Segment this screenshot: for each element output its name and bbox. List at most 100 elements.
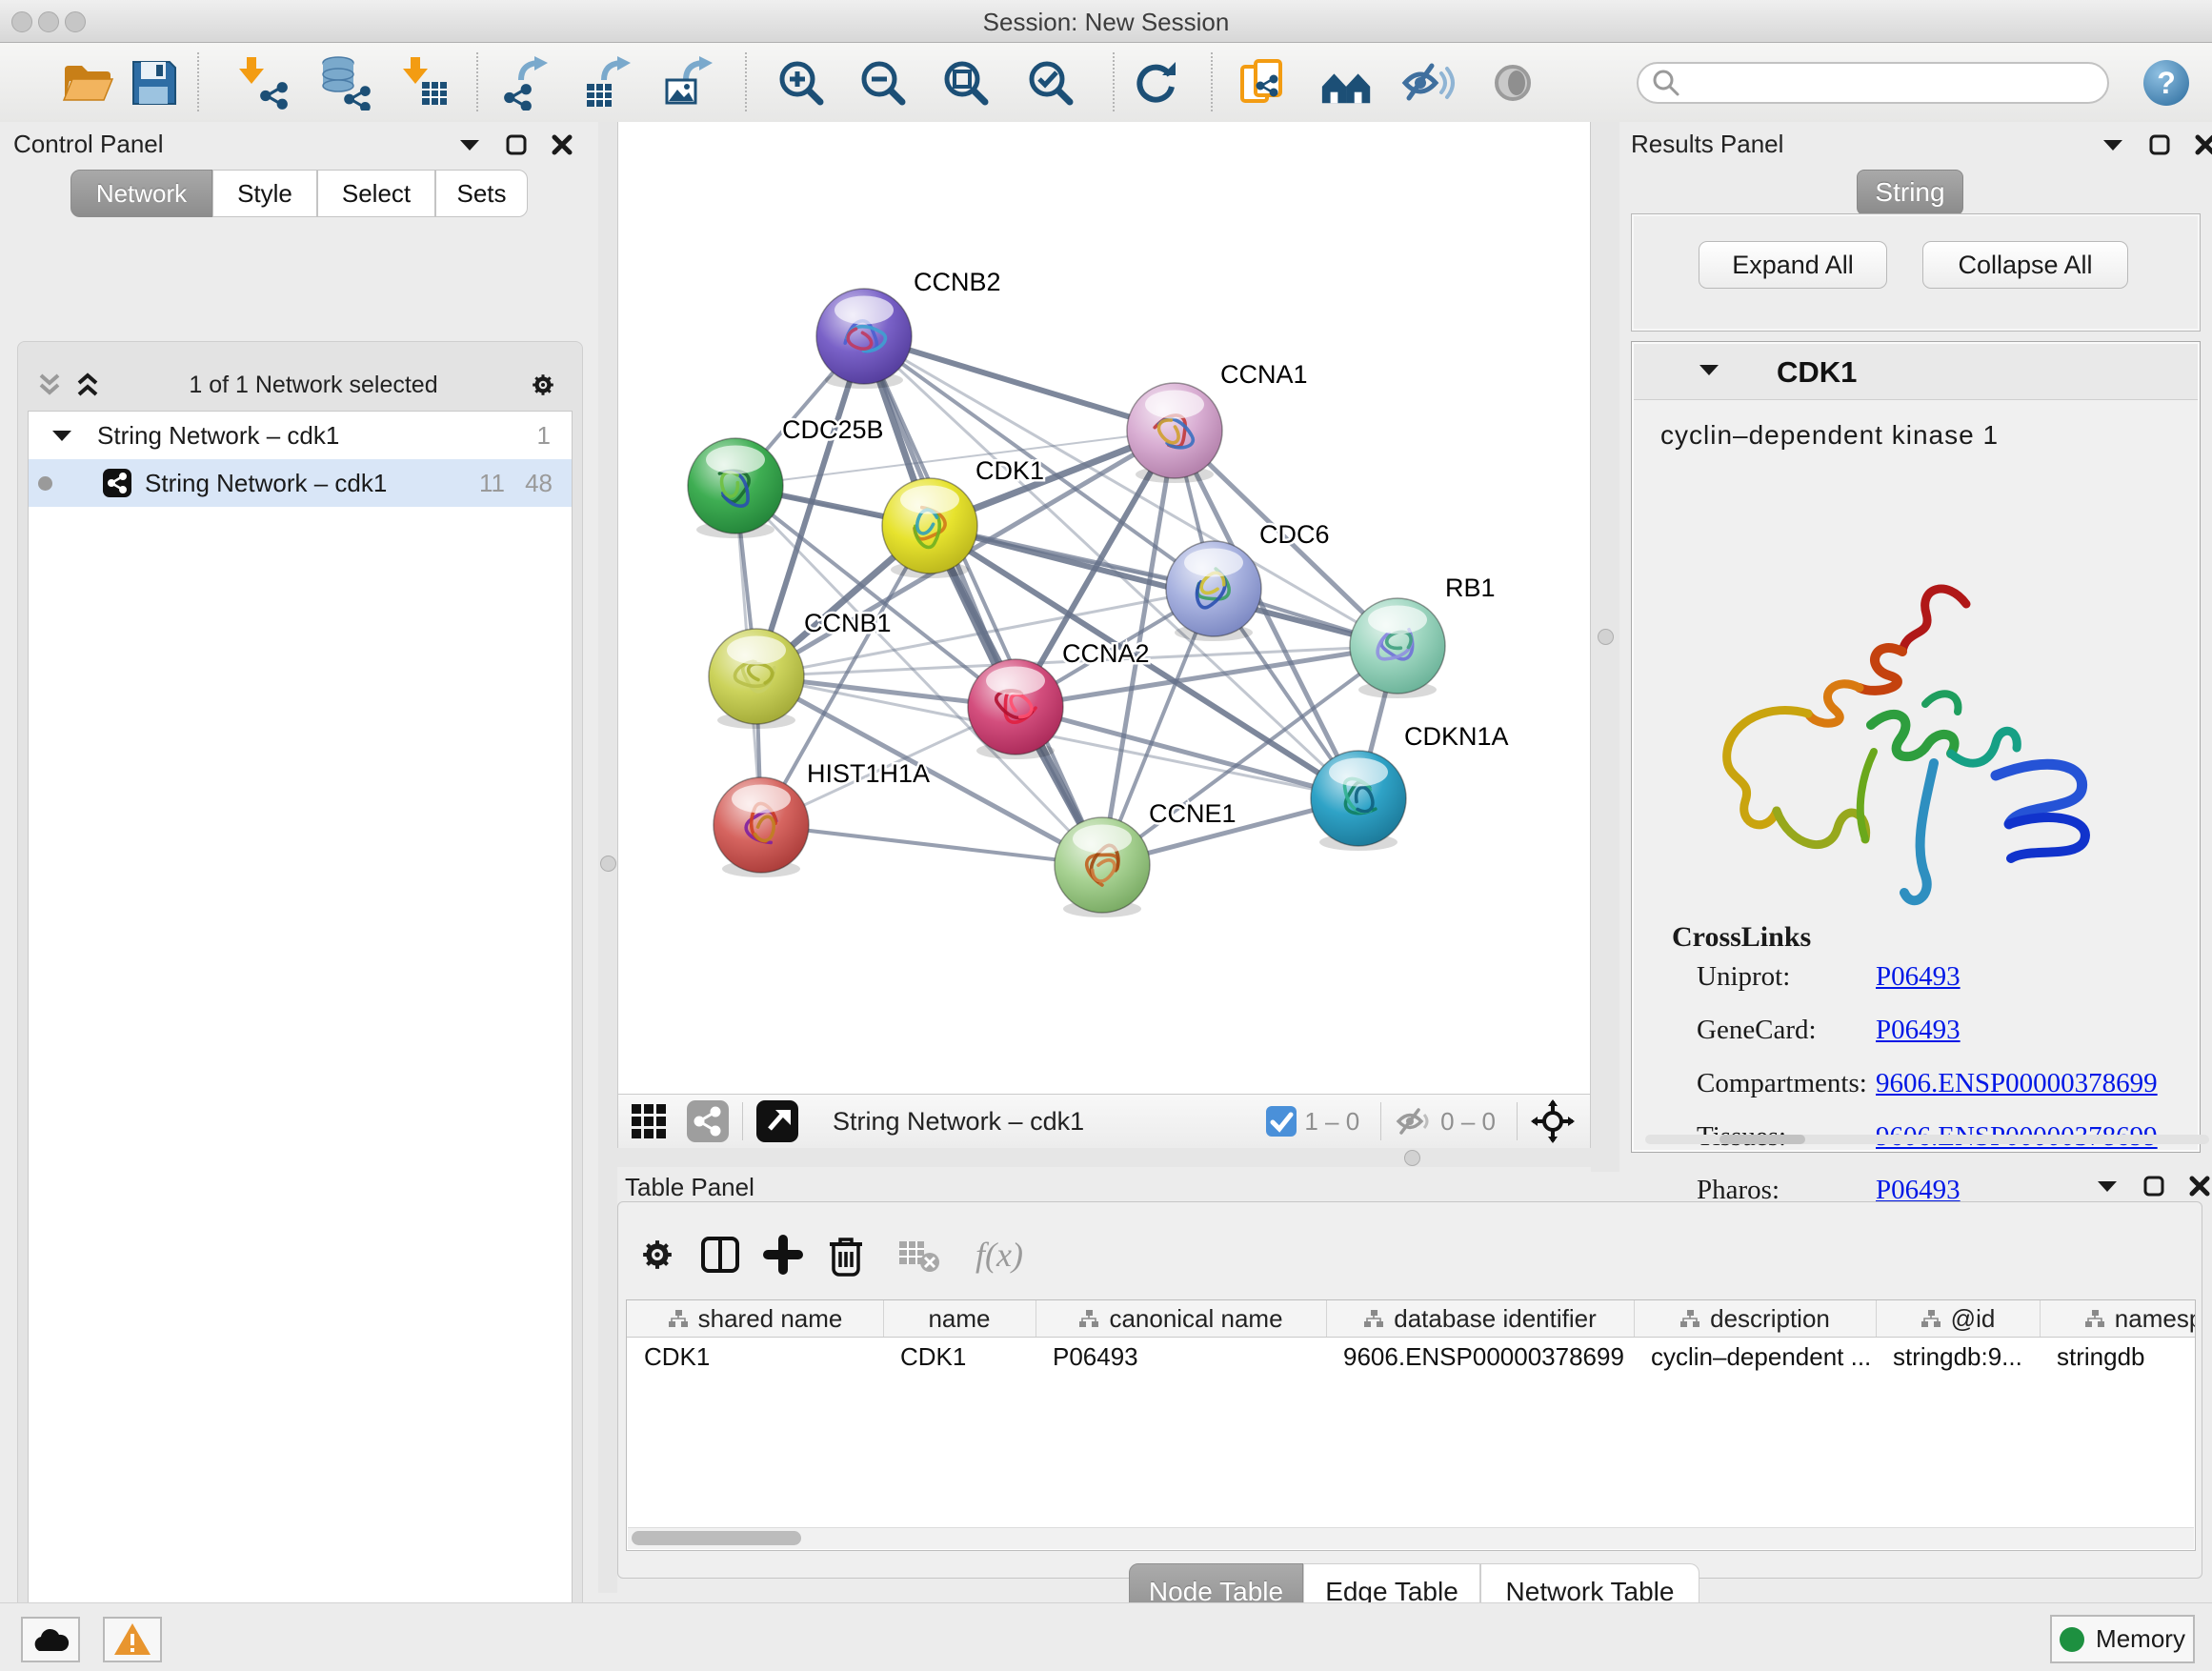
results-hscrollbar[interactable] [1645, 1135, 2209, 1144]
tab-network[interactable]: Network [70, 170, 212, 217]
node-cdkn1a[interactable] [1311, 751, 1406, 851]
node-cdk1[interactable] [882, 478, 977, 578]
table-cell[interactable]: CDK1 [627, 1338, 883, 1376]
grid-view-icon[interactable] [628, 1100, 670, 1142]
tab-style[interactable]: Style [212, 170, 317, 217]
tab-sets[interactable]: Sets [435, 170, 528, 217]
network-row[interactable]: String Network – cdk1 11 48 [29, 459, 572, 507]
zoom-out-button[interactable] [855, 54, 912, 111]
network-graph[interactable]: CCNB2CCNA1CDC25BCDK1CDC6RB1CCNB1CCNA2CDK… [618, 122, 1590, 1092]
show-all-nodes-button[interactable] [1318, 54, 1376, 111]
panel-menu-icon[interactable] [2101, 136, 2125, 153]
import-table-button[interactable] [396, 54, 453, 111]
node-hist1h1a[interactable] [714, 777, 809, 877]
table-cell[interactable]: CDK1 [883, 1338, 1036, 1376]
export-image-button[interactable] [660, 54, 717, 111]
column-header-namespace[interactable]: namespace [2040, 1300, 2196, 1337]
node-ccna1[interactable] [1127, 383, 1222, 483]
show-columns-button[interactable] [696, 1231, 744, 1278]
panel-float-icon[interactable] [505, 133, 528, 156]
expand-all-button[interactable]: Expand All [1699, 241, 1887, 289]
import-network-button[interactable] [232, 54, 290, 111]
collapse-all-button[interactable]: Collapse All [1922, 241, 2128, 289]
navigate-crosshair-icon[interactable] [1531, 1099, 1575, 1143]
panel-float-icon[interactable] [2142, 1175, 2165, 1198]
column-type-icon [1078, 1309, 1099, 1328]
left-splitter[interactable] [598, 122, 617, 1593]
warnings-button[interactable] [103, 1617, 162, 1662]
search-input[interactable] [1682, 69, 2086, 97]
collapse-gene-icon[interactable] [1697, 361, 1721, 378]
tree-expand-icon[interactable] [50, 427, 74, 444]
export-table-button[interactable] [580, 54, 637, 111]
panel-close-icon[interactable] [2194, 133, 2212, 156]
add-column-button[interactable] [759, 1231, 807, 1278]
table-options-button[interactable] [633, 1231, 681, 1278]
edge[interactable] [864, 336, 1175, 431]
table-cell[interactable]: stringdb [2040, 1338, 2196, 1376]
string-view-icon[interactable] [687, 1100, 729, 1142]
crosslink-link[interactable]: P06493 [1876, 1015, 1961, 1046]
node-rb1[interactable] [1350, 598, 1445, 698]
table-cell[interactable]: 9606.ENSP00000378699 [1326, 1338, 1634, 1376]
import-from-database-button[interactable] [314, 54, 372, 111]
save-session-button[interactable] [125, 54, 182, 111]
panel-close-icon[interactable] [551, 133, 573, 156]
gene-group-header[interactable]: CDK1 [1634, 344, 2198, 400]
copy-style-button[interactable] [1234, 54, 1291, 111]
column-header-shared-name[interactable]: shared name [627, 1300, 884, 1337]
help-button[interactable]: ? [2138, 54, 2195, 111]
node-cdc25b[interactable] [688, 438, 783, 538]
network-canvas[interactable]: CCNB2CCNA1CDC25BCDK1CDC6RB1CCNB1CCNA2CDK… [617, 122, 1591, 1094]
detach-view-icon[interactable] [756, 1100, 798, 1142]
bottom-splitter[interactable] [617, 1148, 1591, 1167]
bottom-splitter-handle[interactable] [1404, 1150, 1420, 1166]
edge[interactable] [761, 825, 1102, 865]
panel-menu-icon[interactable] [2095, 1178, 2120, 1195]
open-session-button[interactable] [59, 54, 116, 111]
tab-string[interactable]: String [1857, 170, 1963, 215]
column-header--id[interactable]: @id [1876, 1300, 2041, 1337]
expand-all-icon[interactable] [75, 372, 100, 398]
network-collection-row[interactable]: String Network – cdk1 1 [29, 412, 572, 459]
zoom-selected-button[interactable] [1022, 54, 1079, 111]
panel-menu-icon[interactable] [457, 136, 482, 153]
panel-float-icon[interactable] [2148, 133, 2171, 156]
gear-icon[interactable] [527, 369, 559, 401]
table-hscrollbar[interactable] [628, 1527, 2194, 1549]
right-splitter-handle[interactable] [1598, 629, 1614, 645]
hidden-eye-icon[interactable] [1395, 1104, 1433, 1138]
table-cell[interactable]: cyclin–dependent ... [1634, 1338, 1876, 1376]
zoom-in-button[interactable] [773, 54, 830, 111]
column-header-description[interactable]: description [1634, 1300, 1877, 1337]
selected-checkbox[interactable] [1266, 1106, 1297, 1137]
node-cdc6[interactable] [1166, 541, 1261, 641]
ribbon-segment [1904, 763, 1934, 900]
delete-column-button[interactable] [822, 1231, 870, 1278]
right-splitter[interactable] [1591, 122, 1619, 1172]
column-header-canonical-name[interactable]: canonical name [1036, 1300, 1327, 1337]
crosslink-link[interactable]: P06493 [1876, 961, 1961, 993]
zoom-fit-button[interactable] [937, 54, 995, 111]
hide-selected-button[interactable] [1399, 54, 1457, 111]
node-ccne1[interactable] [1055, 817, 1150, 917]
tab-select[interactable]: Select [317, 170, 435, 217]
collapse-all-icon[interactable] [37, 372, 62, 398]
table-cell[interactable]: stringdb:9... [1876, 1338, 2040, 1376]
node-ccnb1[interactable] [709, 629, 804, 729]
node-table[interactable]: shared namename canonical name database … [626, 1299, 2196, 1551]
show-hidden-button[interactable] [1484, 54, 1541, 111]
panel-close-icon[interactable] [2188, 1175, 2211, 1198]
left-splitter-handle[interactable] [600, 856, 616, 872]
search-box[interactable] [1637, 62, 2109, 104]
column-header-name[interactable]: name [883, 1300, 1036, 1337]
column-header-database-identifier[interactable]: database identifier [1326, 1300, 1635, 1337]
apply-layout-button[interactable] [1128, 54, 1185, 111]
table-hscroll-thumb[interactable] [632, 1531, 801, 1545]
memory-button[interactable]: Memory [2050, 1615, 2195, 1663]
cloud-status-button[interactable] [21, 1617, 80, 1662]
crosslink-link[interactable]: 9606.ENSP00000378699 [1876, 1068, 2158, 1099]
table-cell[interactable]: P06493 [1036, 1338, 1326, 1376]
export-network-button[interactable] [499, 54, 556, 111]
results-hscroll-thumb[interactable] [1719, 1135, 1805, 1144]
